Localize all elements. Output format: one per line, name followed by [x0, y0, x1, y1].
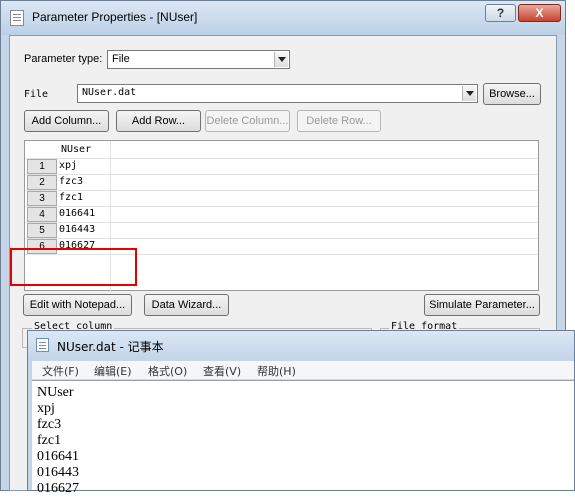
data-wizard-button[interactable]: Data Wizard...: [144, 294, 229, 316]
dialog-title: Parameter Properties - [NUser]: [32, 10, 198, 24]
delete-row-button[interactable]: Delete Row...: [297, 110, 381, 132]
dialog-titlebar[interactable]: Parameter Properties - [NUser] ? X: [1, 1, 565, 35]
table-row[interactable]: 1 xpj: [25, 159, 538, 175]
table-cell[interactable]: 016443: [59, 224, 109, 235]
help-button[interactable]: ?: [485, 4, 516, 22]
table-row[interactable]: 5 016443: [25, 223, 538, 239]
add-column-button[interactable]: Add Column...: [24, 110, 109, 132]
menu-format[interactable]: 格式(O): [148, 363, 187, 379]
notepad-editor[interactable]: NUser xpj fzc3 fzc1 016641 016443 016627: [32, 380, 574, 496]
row-number[interactable]: 5: [27, 223, 57, 238]
menu-view[interactable]: 查看(V): [203, 363, 241, 379]
file-select[interactable]: NUser.dat: [77, 84, 478, 103]
table-cell[interactable]: fzc3: [59, 176, 109, 187]
highlight-box: [10, 248, 137, 286]
menu-file[interactable]: 文件(F): [42, 363, 79, 379]
notepad-title: NUser.dat - 记事本: [57, 340, 164, 354]
file-label: File: [24, 89, 49, 100]
notepad-window: NUser.dat - 记事本 文件(F) 编辑(E) 格式(O) 查看(V) …: [27, 330, 575, 496]
file-value: NUser.dat: [82, 87, 137, 98]
notepad-icon: [36, 338, 49, 352]
table-row[interactable]: 4 016641: [25, 207, 538, 223]
menu-edit[interactable]: 编辑(E): [94, 363, 132, 379]
text-line: xpj: [37, 401, 55, 416]
notepad-titlebar[interactable]: NUser.dat - 记事本: [28, 331, 574, 359]
simulate-parameter-button[interactable]: Simulate Parameter...: [424, 294, 540, 316]
param-type-value: File: [112, 53, 130, 65]
table-cell[interactable]: fzc1: [59, 192, 109, 203]
chevron-down-icon[interactable]: [462, 86, 476, 101]
param-type-select[interactable]: File: [107, 50, 290, 69]
text-line: fzc3: [37, 417, 62, 432]
table-cell[interactable]: 016641: [59, 208, 109, 219]
add-row-button[interactable]: Add Row...: [116, 110, 201, 132]
row-number[interactable]: 3: [27, 191, 57, 206]
row-number[interactable]: 1: [27, 159, 57, 174]
row-number[interactable]: 2: [27, 175, 57, 190]
delete-column-button[interactable]: Delete Column...: [205, 110, 290, 132]
table-row[interactable]: 3 fzc1: [25, 191, 538, 207]
table-row[interactable]: 2 fzc3: [25, 175, 538, 191]
notepad-menubar: 文件(F) 编辑(E) 格式(O) 查看(V) 帮助(H): [32, 361, 574, 380]
close-button[interactable]: X: [518, 4, 561, 22]
text-line: 016627: [37, 481, 79, 496]
document-icon: [10, 10, 24, 26]
table-cell[interactable]: xpj: [59, 160, 109, 171]
param-type-label: Parameter type:: [24, 53, 103, 65]
text-line: fzc1: [37, 433, 62, 448]
menu-help[interactable]: 帮助(H): [257, 363, 296, 379]
grid-header-row: NUser: [25, 143, 538, 159]
row-number[interactable]: 4: [27, 207, 57, 222]
chevron-down-icon[interactable]: [274, 52, 288, 67]
grid-column-header[interactable]: NUser: [61, 144, 111, 155]
browse-button[interactable]: Browse...: [483, 83, 541, 105]
text-line: 016641: [37, 449, 79, 464]
edit-with-notepad-button[interactable]: Edit with Notepad...: [23, 294, 132, 316]
text-line: NUser: [37, 385, 74, 400]
text-line: 016443: [37, 465, 79, 480]
